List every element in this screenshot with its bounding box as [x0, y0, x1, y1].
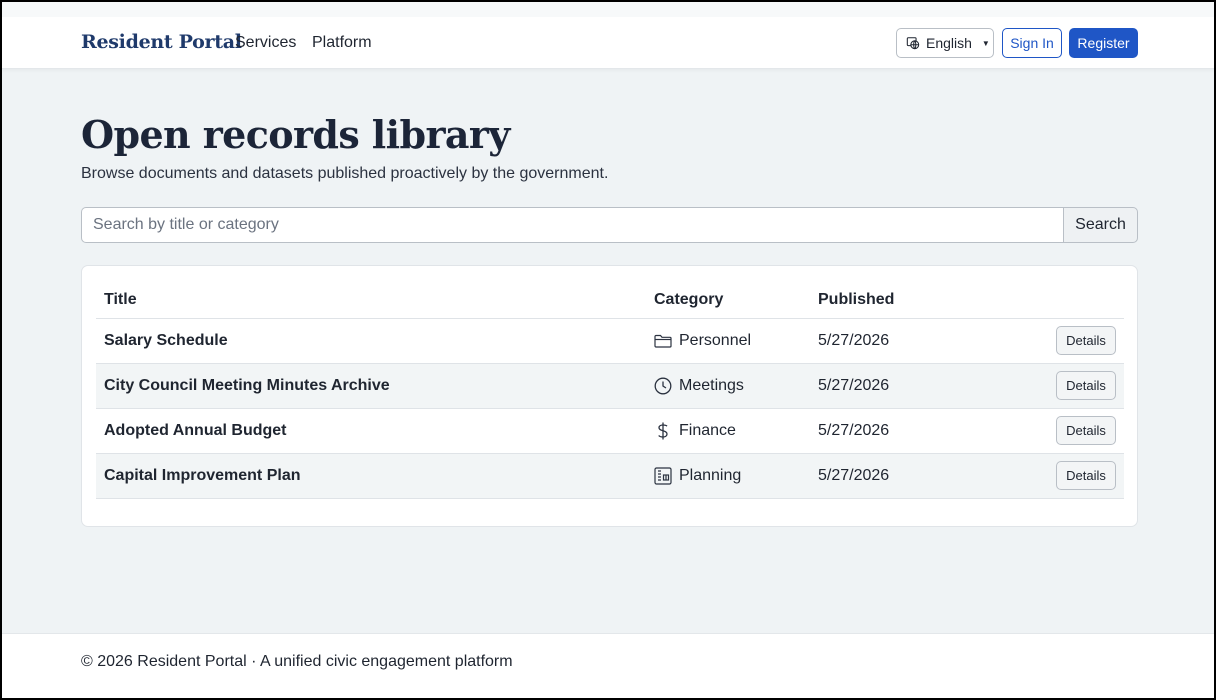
- language-label: English: [926, 35, 972, 51]
- table-row: Capital Improvement Plan Planning 5/27/2…: [96, 453, 1124, 499]
- record-action-cell: Details: [1010, 318, 1124, 364]
- records-card: Title Category Published Salary Schedule: [81, 265, 1138, 527]
- table-row: City Council Meeting Minutes Archive Mee…: [96, 363, 1124, 409]
- site-footer: © 2026 Resident Portal · A unified civic…: [2, 633, 1214, 698]
- record-title: Capital Improvement Plan: [96, 453, 646, 499]
- record-action-cell: Details: [1010, 408, 1124, 454]
- table-row: Salary Schedule Personnel 5/27/2026 Deta…: [96, 318, 1124, 364]
- register-button[interactable]: Register: [1069, 28, 1138, 58]
- details-button[interactable]: Details: [1056, 416, 1116, 445]
- record-published: 5/27/2026: [810, 453, 1010, 499]
- column-header-published: Published: [810, 283, 1010, 319]
- site-header: Resident Portal Services Platform Englis…: [2, 17, 1214, 69]
- folder-icon: [654, 332, 672, 350]
- category-label: Finance: [679, 421, 736, 439]
- brand-logo[interactable]: Resident Portal: [81, 31, 242, 53]
- clock-icon: [654, 377, 672, 395]
- dollar-icon: [654, 422, 672, 440]
- search-button[interactable]: Search: [1063, 207, 1138, 243]
- record-action-cell: Details: [1010, 363, 1124, 409]
- column-header-title: Title: [96, 283, 646, 319]
- details-button[interactable]: Details: [1056, 371, 1116, 400]
- search-input[interactable]: [81, 207, 1063, 243]
- record-title: Adopted Annual Budget: [96, 408, 646, 454]
- category-label: Meetings: [679, 376, 744, 394]
- record-category: Finance: [646, 408, 810, 454]
- column-header-category: Category: [646, 283, 810, 319]
- footer-text: © 2026 Resident Portal · A unified civic…: [81, 653, 513, 670]
- nav-services[interactable]: Services: [235, 34, 296, 52]
- records-table: Title Category Published Salary Schedule: [96, 283, 1124, 499]
- search-bar: Search: [81, 207, 1138, 243]
- building-icon: [654, 466, 672, 485]
- top-strip: [2, 2, 1214, 17]
- record-published: 5/27/2026: [810, 318, 1010, 364]
- page-title: Open records library: [81, 112, 510, 157]
- chevron-down-icon: ▼: [981, 38, 990, 48]
- table-row: Adopted Annual Budget Finance 5/27/2026 …: [96, 408, 1124, 454]
- nav-platform[interactable]: Platform: [312, 34, 372, 52]
- record-action-cell: Details: [1010, 453, 1124, 499]
- record-published: 5/27/2026: [810, 363, 1010, 409]
- record-title: City Council Meeting Minutes Archive: [96, 363, 646, 409]
- details-button[interactable]: Details: [1056, 461, 1116, 490]
- category-label: Planning: [679, 466, 742, 484]
- page: Resident Portal Services Platform Englis…: [2, 2, 1214, 698]
- language-select[interactable]: English ▼: [896, 28, 994, 58]
- table-header-row: Title Category Published: [96, 283, 1124, 319]
- category-label: Personnel: [679, 331, 752, 349]
- globe-icon: [906, 36, 920, 50]
- column-header-actions: [1010, 283, 1124, 319]
- record-title: Salary Schedule: [96, 318, 646, 364]
- details-button[interactable]: Details: [1056, 326, 1116, 355]
- record-category: Meetings: [646, 363, 810, 409]
- record-published: 5/27/2026: [810, 408, 1010, 454]
- page-subtitle: Browse documents and datasets published …: [81, 165, 609, 182]
- sign-in-button[interactable]: Sign In: [1002, 28, 1062, 58]
- record-category: Personnel: [646, 318, 810, 364]
- record-category: Planning: [646, 453, 810, 499]
